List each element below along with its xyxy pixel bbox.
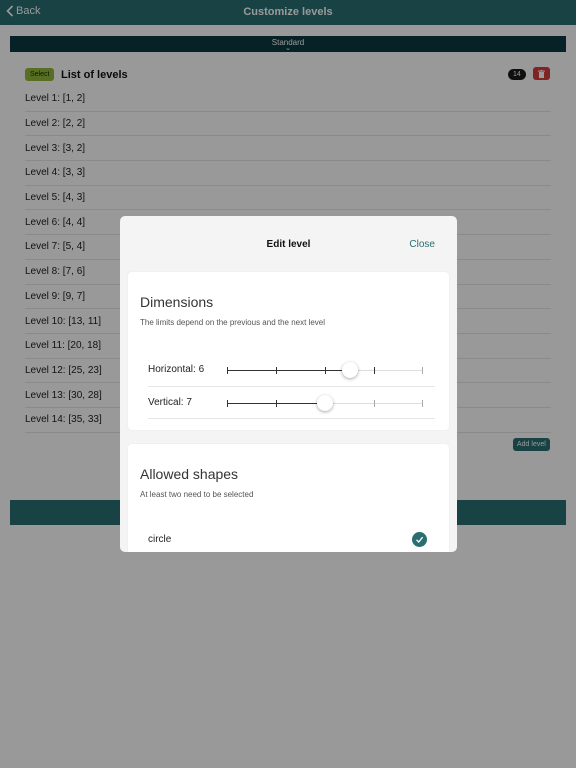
slider-tick: [374, 400, 375, 407]
allowed-shapes-card: Allowed shapes At least two need to be s…: [128, 444, 449, 552]
horizontal-slider-row: Horizontal: 6: [148, 354, 435, 386]
horizontal-label: Horizontal: 6: [148, 364, 205, 375]
shape-label: circle: [148, 534, 172, 545]
dialog-title: Edit level: [266, 239, 311, 250]
shapes-subtitle: At least two need to be selected: [140, 490, 254, 499]
edit-level-dialog: Edit level Close Dimensions The limits d…: [120, 216, 457, 552]
slider-tick: [325, 367, 326, 374]
slider-fill: [227, 370, 350, 371]
close-button[interactable]: Close: [409, 239, 435, 250]
checkmark-icon[interactable]: [412, 532, 427, 547]
slider-tick: [227, 400, 228, 407]
shape-option-circle[interactable]: circle: [148, 530, 435, 550]
slider-tick: [422, 400, 423, 407]
shapes-heading: Allowed shapes: [140, 466, 239, 482]
dimensions-subtitle: The limits depend on the previous and th…: [140, 318, 326, 327]
slider-tick: [276, 400, 277, 407]
slider-tick: [422, 367, 423, 374]
vertical-slider-row: Vertical: 7: [148, 387, 435, 419]
vertical-label: Vertical: 7: [148, 397, 192, 408]
horizontal-slider[interactable]: [227, 362, 423, 378]
dimensions-card: Dimensions The limits depend on the prev…: [128, 272, 449, 430]
slider-tick: [374, 367, 375, 374]
vertical-slider[interactable]: [227, 395, 423, 411]
slider-thumb[interactable]: [317, 395, 333, 411]
divider: [148, 418, 435, 419]
slider-tick: [227, 367, 228, 374]
slider-thumb[interactable]: [341, 362, 358, 378]
slider-tick: [276, 367, 277, 374]
dimensions-heading: Dimensions: [140, 294, 214, 310]
